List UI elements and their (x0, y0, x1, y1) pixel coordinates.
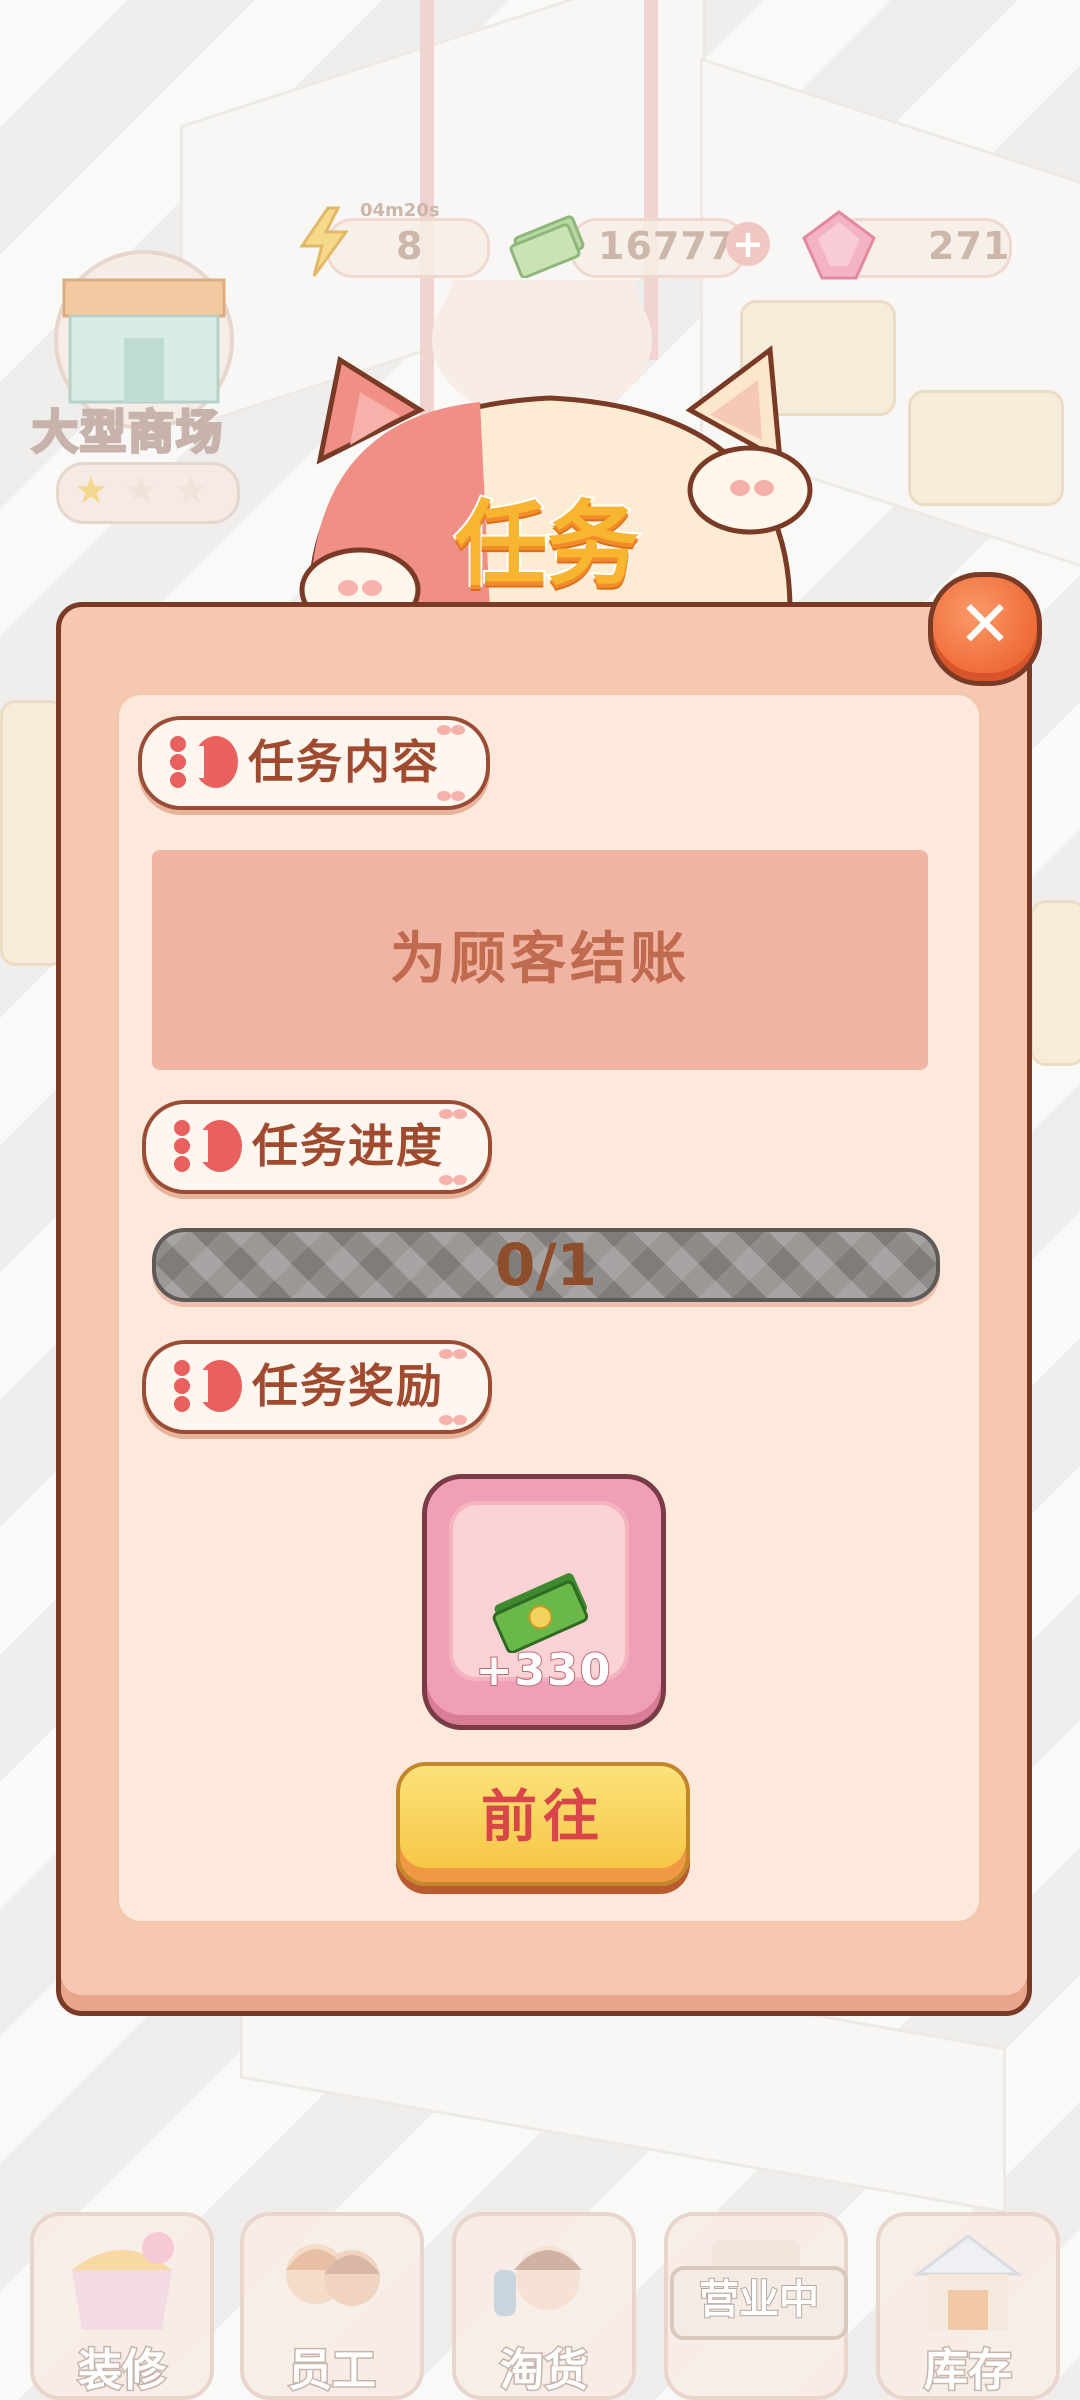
paw-icon (170, 736, 238, 788)
decorate-icon (72, 2232, 174, 2330)
lightning-icon (299, 206, 349, 277)
section-header-task-content: 任务内容 (138, 716, 490, 810)
nav-staff-button[interactable]: 员工 (240, 2212, 424, 2400)
section-label: 任务进度 (252, 1119, 444, 1173)
gem-icon (802, 210, 876, 280)
close-button[interactable]: ✕ (928, 572, 1042, 686)
star-filled-icon: ★ (74, 468, 109, 512)
nav-label: 库存 (923, 2344, 1014, 2398)
cash-icon (509, 215, 585, 278)
section-label: 任务奖励 (252, 1359, 444, 1413)
section-label: 任务内容 (248, 735, 440, 789)
energy-value: 8 (396, 224, 424, 268)
nav-shopping-button[interactable]: 淘货 (452, 2212, 636, 2400)
section-header-task-progress: 任务进度 (142, 1100, 492, 1194)
store-name: 大型商场 (31, 404, 224, 461)
star-empty-icon: ★ (124, 468, 159, 512)
star-empty-icon: ★ (174, 468, 209, 512)
nav-label: 淘货 (499, 2344, 590, 2398)
reward-amount: +330 (475, 1644, 613, 1697)
reward-item-card: +330 (422, 1474, 666, 1730)
paw-icon (174, 1360, 242, 1412)
nav-label: 装修 (77, 2344, 168, 2398)
go-button[interactable]: 前往 (396, 1762, 690, 1886)
money-value: 16777 (598, 224, 736, 268)
staff-icon (286, 2244, 380, 2306)
nav-decorate-button[interactable]: 装修 (30, 2212, 214, 2400)
add-money-button[interactable]: + (726, 222, 770, 266)
task-content-box: 为顾客结账 (152, 850, 928, 1070)
decor-dots (439, 1109, 467, 1185)
progress-text: 0/1 (495, 1231, 597, 1299)
task-progress-bar: 0/1 (152, 1228, 940, 1302)
dialog-title: 任务 (453, 489, 641, 600)
close-icon: ✕ (958, 588, 1012, 662)
paw-icon (174, 1120, 242, 1172)
business-status-badge: 营业中 (670, 2266, 848, 2340)
gem-value: 271 (928, 224, 1011, 268)
cash-icon (492, 1573, 589, 1653)
section-header-task-reward: 任务奖励 (142, 1340, 492, 1434)
go-button-label: 前往 (481, 1785, 605, 1850)
decor-dots (439, 1349, 467, 1425)
nav-label: 员工 (287, 2344, 378, 2398)
task-description: 为顾客结账 (390, 927, 690, 992)
shopping-icon (494, 2246, 582, 2316)
decor-dots (437, 725, 465, 801)
business-status-text: 营业中 (698, 2276, 820, 2324)
nav-storage-button[interactable]: 库存 (876, 2212, 1060, 2400)
storage-icon (913, 2234, 1023, 2330)
